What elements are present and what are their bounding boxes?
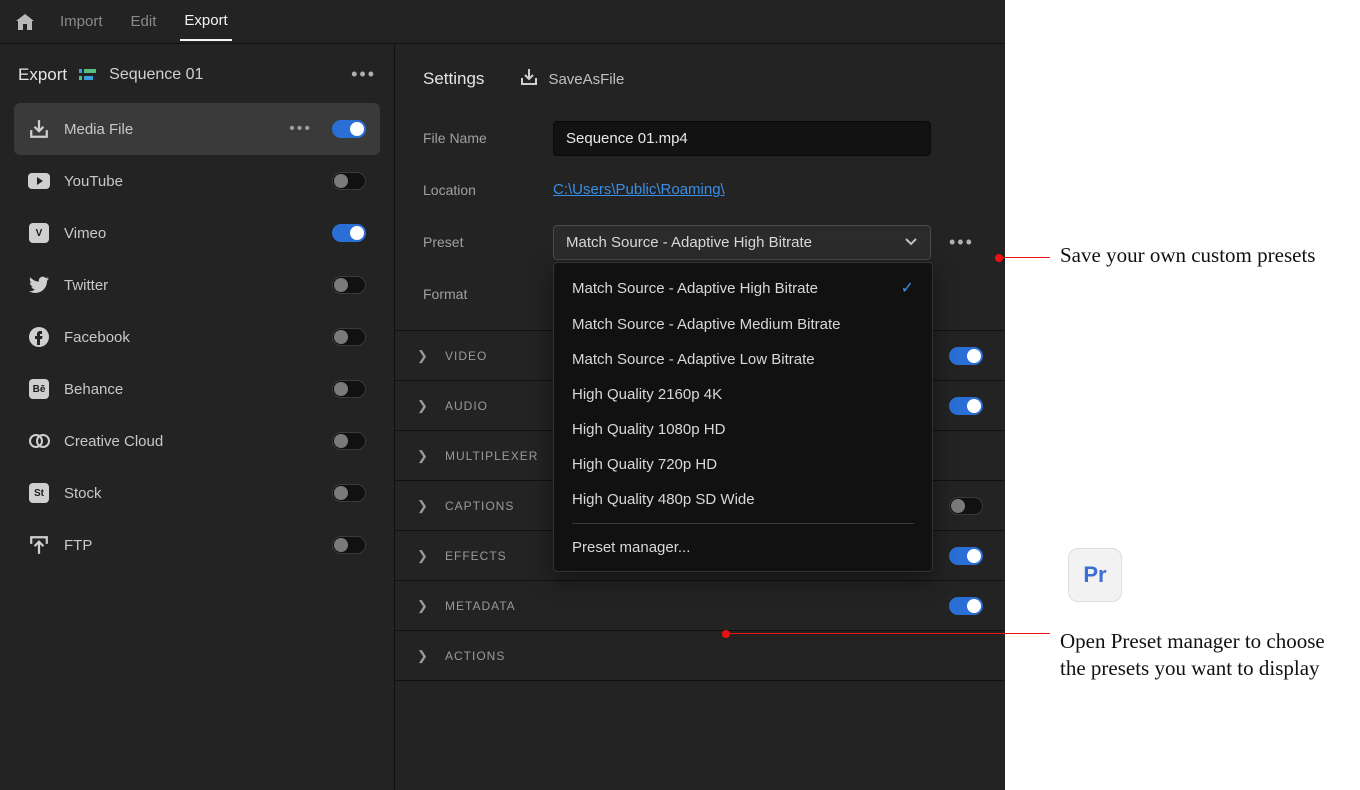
section-label: ACTIONS xyxy=(445,649,983,663)
dest-toggle[interactable] xyxy=(332,536,366,554)
preset-more-icon[interactable]: ••• xyxy=(949,232,974,253)
dest-toggle[interactable] xyxy=(332,224,366,242)
facebook-icon xyxy=(28,326,50,348)
dest-label: Stock xyxy=(64,485,318,502)
dest-label: Creative Cloud xyxy=(64,433,318,450)
dest-label: YouTube xyxy=(64,173,318,190)
preset-select-value: Match Source - Adaptive High Bitrate xyxy=(566,234,812,251)
chevron-right-icon: ❯ xyxy=(417,348,431,364)
preset-option[interactable]: High Quality 2160p 4K xyxy=(554,377,932,412)
preset-option-label: High Quality 480p SD Wide xyxy=(572,491,755,508)
chevron-right-icon: ❯ xyxy=(417,398,431,414)
format-label: Format xyxy=(423,286,553,302)
behance-icon: Bē xyxy=(28,378,50,400)
preset-option-label: High Quality 1080p HD xyxy=(572,421,725,438)
preset-label: Preset xyxy=(423,234,553,250)
stock-icon: St xyxy=(28,482,50,504)
dest-label: Vimeo xyxy=(64,225,318,242)
section-toggle[interactable] xyxy=(949,497,983,515)
preset-option-label: Match Source - Adaptive Medium Bitrate xyxy=(572,316,840,333)
dest-facebook[interactable]: Facebook xyxy=(14,311,380,363)
dest-creative-cloud[interactable]: Creative Cloud xyxy=(14,415,380,467)
chevron-down-icon xyxy=(904,234,918,251)
chevron-right-icon: ❯ xyxy=(417,448,431,464)
section-metadata[interactable]: ❯ METADATA xyxy=(395,581,1005,631)
menu-export[interactable]: Export xyxy=(180,2,231,41)
vimeo-icon: V xyxy=(28,222,50,244)
section-toggle[interactable] xyxy=(949,347,983,365)
dest-label: Facebook xyxy=(64,329,318,346)
dest-media-file[interactable]: Media File ••• xyxy=(14,103,380,155)
chevron-right-icon: ❯ xyxy=(417,648,431,664)
sequence-icon xyxy=(79,67,97,83)
preset-manager-label: Preset manager... xyxy=(572,539,690,556)
check-icon: ✓ xyxy=(901,278,914,298)
section-toggle[interactable] xyxy=(949,547,983,565)
section-toggle[interactable] xyxy=(949,597,983,615)
youtube-icon xyxy=(28,170,50,192)
dest-label: Media File xyxy=(64,121,275,138)
dest-toggle[interactable] xyxy=(332,120,366,138)
twitter-icon xyxy=(28,274,50,296)
home-icon[interactable] xyxy=(14,11,36,33)
dest-stock[interactable]: St Stock xyxy=(14,467,380,519)
file-name-label: File Name xyxy=(423,130,553,146)
dest-vimeo[interactable]: V Vimeo xyxy=(14,207,380,259)
section-actions[interactable]: ❯ ACTIONS xyxy=(395,631,1005,681)
save-as-file-label: SaveAsFile xyxy=(548,71,624,88)
dest-options-icon[interactable]: ••• xyxy=(289,120,312,138)
dest-label: Twitter xyxy=(64,277,318,294)
settings-title: Settings xyxy=(423,69,484,89)
download-tray-icon xyxy=(520,68,538,90)
preset-option-label: High Quality 720p HD xyxy=(572,456,717,473)
preset-option[interactable]: Match Source - Adaptive Low Bitrate xyxy=(554,342,932,377)
preset-manager-item[interactable]: Preset manager... xyxy=(554,530,932,565)
location-link[interactable]: C:\Users\Public\Roaming\ xyxy=(553,181,725,198)
download-tray-icon xyxy=(28,118,50,140)
preset-select[interactable]: Match Source - Adaptive High Bitrate xyxy=(553,225,931,260)
dest-label: Behance xyxy=(64,381,318,398)
dest-toggle[interactable] xyxy=(332,380,366,398)
dest-twitter[interactable]: Twitter xyxy=(14,259,380,311)
section-toggle[interactable] xyxy=(949,397,983,415)
preset-option[interactable]: High Quality 720p HD xyxy=(554,447,932,482)
section-label: METADATA xyxy=(445,599,935,613)
dest-toggle[interactable] xyxy=(332,484,366,502)
export-title: Export xyxy=(18,65,67,85)
file-name-input[interactable] xyxy=(553,121,931,156)
preset-option[interactable]: Match Source - Adaptive High Bitrate ✓ xyxy=(554,269,932,307)
preset-option[interactable]: High Quality 480p SD Wide xyxy=(554,482,932,517)
dest-toggle[interactable] xyxy=(332,276,366,294)
chevron-right-icon: ❯ xyxy=(417,498,431,514)
annotation-preset-manager: Open Preset manager to choose the preset… xyxy=(1060,628,1340,683)
preset-option[interactable]: High Quality 1080p HD xyxy=(554,412,932,447)
dest-ftp[interactable]: FTP xyxy=(14,519,380,571)
annotation-save-preset: Save your own custom presets xyxy=(1060,242,1320,269)
dest-toggle[interactable] xyxy=(332,432,366,450)
dest-behance[interactable]: Bē Behance xyxy=(14,363,380,415)
chevron-right-icon: ❯ xyxy=(417,598,431,614)
save-as-file-button[interactable]: SaveAsFile xyxy=(520,68,624,90)
dest-label: FTP xyxy=(64,537,318,554)
dest-youtube[interactable]: YouTube xyxy=(14,155,380,207)
preset-option-label: High Quality 2160p 4K xyxy=(572,386,722,403)
ftp-icon xyxy=(28,534,50,556)
preset-option[interactable]: Match Source - Adaptive Medium Bitrate xyxy=(554,307,932,342)
sequence-name: Sequence 01 xyxy=(109,66,203,84)
creative-cloud-icon xyxy=(28,430,50,452)
preset-option-label: Match Source - Adaptive High Bitrate xyxy=(572,280,818,297)
export-options-icon[interactable]: ••• xyxy=(351,64,376,85)
dest-toggle[interactable] xyxy=(332,172,366,190)
preset-dropdown[interactable]: Match Source - Adaptive High Bitrate✓Mat… xyxy=(553,262,933,572)
premiere-pro-badge: Pr xyxy=(1068,548,1122,602)
chevron-right-icon: ❯ xyxy=(417,548,431,564)
menu-import[interactable]: Import xyxy=(56,3,107,40)
location-label: Location xyxy=(423,182,553,198)
preset-option-label: Match Source - Adaptive Low Bitrate xyxy=(572,351,815,368)
dest-toggle[interactable] xyxy=(332,328,366,346)
menu-edit[interactable]: Edit xyxy=(127,3,161,40)
